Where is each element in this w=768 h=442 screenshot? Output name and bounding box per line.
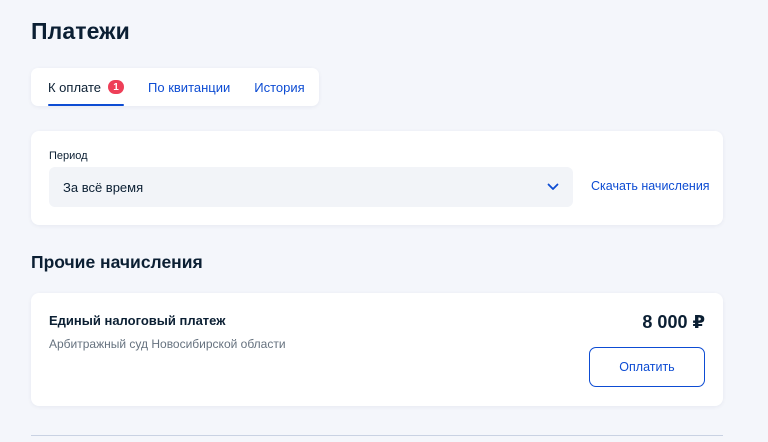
tab-by-receipt-label: По квитанции	[148, 79, 231, 95]
period-card: Период За всё время Скачать начисления	[31, 131, 723, 225]
chevron-down-icon	[547, 183, 559, 191]
tab-to-pay-label: К оплате	[48, 79, 102, 95]
tab-by-receipt[interactable]: По квитанции	[148, 68, 230, 106]
other-charges-title: Прочие начисления	[31, 252, 203, 272]
tab-to-pay-badge: 1	[108, 80, 125, 94]
period-label: Период	[49, 150, 88, 162]
tab-history-label: История	[254, 79, 305, 95]
tab-history[interactable]: История	[254, 68, 304, 106]
charge-subtitle: Арбитражный суд Новосибирской области	[49, 337, 286, 351]
period-select-value: За всё время	[63, 179, 144, 195]
payment-tabs: К оплате 1 По квитанции История	[31, 68, 319, 106]
pay-button[interactable]: Оплатить	[589, 347, 705, 387]
charge-title: Единый налоговый платеж	[49, 313, 226, 328]
download-charges-link[interactable]: Скачать начисления	[591, 179, 710, 193]
bottom-divider	[31, 435, 723, 436]
period-select[interactable]: За всё время	[49, 167, 573, 207]
tab-to-pay[interactable]: К оплате 1	[48, 68, 125, 106]
charge-card: Единый налоговый платеж Арбитражный суд …	[31, 293, 723, 406]
charge-amount: 8 000 ₽	[642, 312, 705, 332]
page-title: Платежи	[31, 18, 130, 44]
